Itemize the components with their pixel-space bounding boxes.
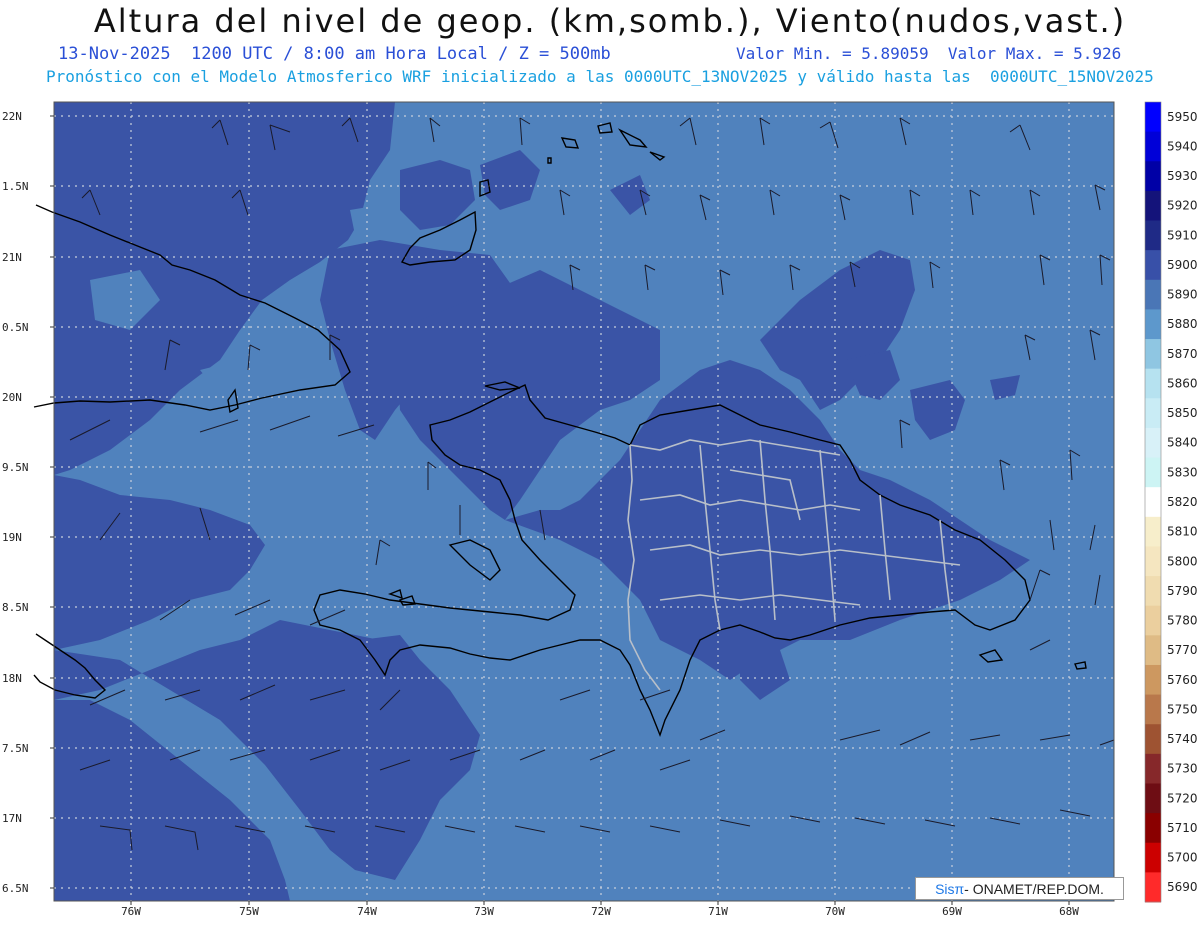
lon-label: 69W [942, 905, 962, 918]
credit-text: - ONAMET/REP.DOM. [964, 880, 1104, 897]
colorbar-swatch [1145, 309, 1161, 340]
colorbar-swatch [1145, 842, 1161, 873]
lat-label: 17N [2, 812, 22, 825]
colorbar-swatch [1145, 872, 1161, 903]
colorbar-label: 5780 [1167, 614, 1198, 628]
lat-label: 0.5N [2, 321, 29, 334]
lat-label: 20N [2, 391, 22, 404]
lat-label: 21N [2, 251, 22, 264]
lon-label: 76W [121, 905, 141, 918]
lat-label: 18N [2, 672, 22, 685]
colorbar-label: 5890 [1167, 288, 1198, 302]
colorbar-label: 5830 [1167, 465, 1198, 479]
lat-label: 7.5N [2, 742, 29, 755]
lat-label: 9.5N [2, 461, 29, 474]
colorbar-swatch [1145, 487, 1161, 518]
colorbar-swatch [1145, 694, 1161, 725]
minmax-line: Valor Min. = 5.89059 Valor Max. = 5.926 [736, 44, 1122, 63]
colorbar-label: 5720 [1167, 791, 1198, 805]
colorbar-label: 5840 [1167, 436, 1198, 450]
colorbar-swatch [1145, 753, 1161, 784]
colorbar-swatch [1145, 516, 1161, 547]
colorbar-label: 5800 [1167, 554, 1198, 568]
colorbar-label: 5880 [1167, 317, 1198, 331]
colorbar-swatch [1145, 220, 1161, 251]
lat-label: 1.5N [2, 180, 29, 193]
colorbar-swatch [1145, 339, 1161, 370]
colorbar-swatch [1145, 457, 1161, 488]
colorbar-label: 5700 [1167, 851, 1198, 865]
colorbar-swatch [1145, 427, 1161, 459]
lat-label: 6.5N [2, 882, 29, 895]
colorbar-swatch [1145, 190, 1161, 222]
lat-label: 8.5N [2, 601, 29, 614]
lon-label: 74W [357, 905, 377, 918]
colorbar-swatch [1145, 102, 1161, 133]
map-figure: 22N 1.5N 21N 0.5N 20N 9.5N 19N 8.5N 18N … [2, 101, 1198, 918]
colorbar-label: 5940 [1167, 139, 1198, 153]
lon-label: 70W [825, 905, 845, 918]
colorbar-label: 5740 [1167, 732, 1198, 746]
colorbar: 5950 5940 5930 5920 5910 5900 5890 5880 5870 5860… [1144, 101, 1198, 903]
colorbar-swatch [1145, 398, 1161, 429]
lat-label: 19N [2, 531, 22, 544]
colorbar-swatch [1145, 546, 1161, 577]
sispi-logo: Sisπ [935, 880, 965, 897]
colorbar-swatch [1145, 664, 1161, 696]
colorbar-swatch [1145, 813, 1161, 844]
map-title: Altura del nivel de geop. (km,somb.), Vi… [93, 2, 1127, 40]
lat-axis-labels: 22N 1.5N 21N 0.5N 20N 9.5N 19N 8.5N 18N … [2, 110, 29, 895]
lat-label: 22N [2, 110, 22, 123]
colorbar-label: 5910 [1167, 228, 1198, 242]
colorbar-label: 5760 [1167, 673, 1198, 687]
colorbar-swatch [1145, 576, 1161, 607]
lon-label: 75W [239, 905, 259, 918]
colorbar-swatch [1145, 368, 1161, 399]
colorbar-label: 5710 [1167, 821, 1198, 835]
colorbar-label: 5810 [1167, 525, 1198, 539]
colorbar-swatch [1145, 635, 1161, 666]
colorbar-label: 5920 [1167, 199, 1198, 213]
model-line: Pronóstico con el Modelo Atmosferico WRF… [46, 67, 1154, 86]
lon-label: 68W [1059, 905, 1079, 918]
lon-label: 71W [708, 905, 728, 918]
colorbar-label: 5730 [1167, 762, 1198, 776]
colorbar-swatch [1145, 131, 1161, 162]
lon-label: 73W [474, 905, 494, 918]
colorbar-swatch [1145, 161, 1161, 192]
lon-label: 72W [591, 905, 611, 918]
colorbar-swatch [1145, 605, 1161, 636]
colorbar-label: 5820 [1167, 495, 1198, 509]
colorbar-label: 5860 [1167, 376, 1198, 390]
colorbar-swatch [1145, 724, 1161, 755]
colorbar-swatch [1145, 783, 1161, 814]
colorbar-label: 5750 [1167, 702, 1198, 716]
colorbar-label: 5770 [1167, 643, 1198, 657]
date-line: 13-Nov-2025 1200 UTC / 8:00 am Hora Loca… [58, 44, 611, 64]
credit-box: Sisπ - ONAMET/REP.DOM. [915, 877, 1124, 900]
colorbar-label: 5790 [1167, 584, 1198, 598]
colorbar-swatch [1145, 250, 1161, 281]
colorbar-label: 5870 [1167, 347, 1198, 361]
colorbar-label: 5900 [1167, 258, 1198, 272]
lon-axis-labels: 76W 75W 74W 73W 72W 71W 70W 69W 68W [121, 905, 1079, 918]
colorbar-label: 5850 [1167, 406, 1198, 420]
colorbar-label: 5930 [1167, 169, 1198, 183]
colorbar-label: 5950 [1167, 110, 1198, 124]
colorbar-swatch [1145, 279, 1161, 310]
colorbar-label: 5690 [1167, 880, 1198, 894]
